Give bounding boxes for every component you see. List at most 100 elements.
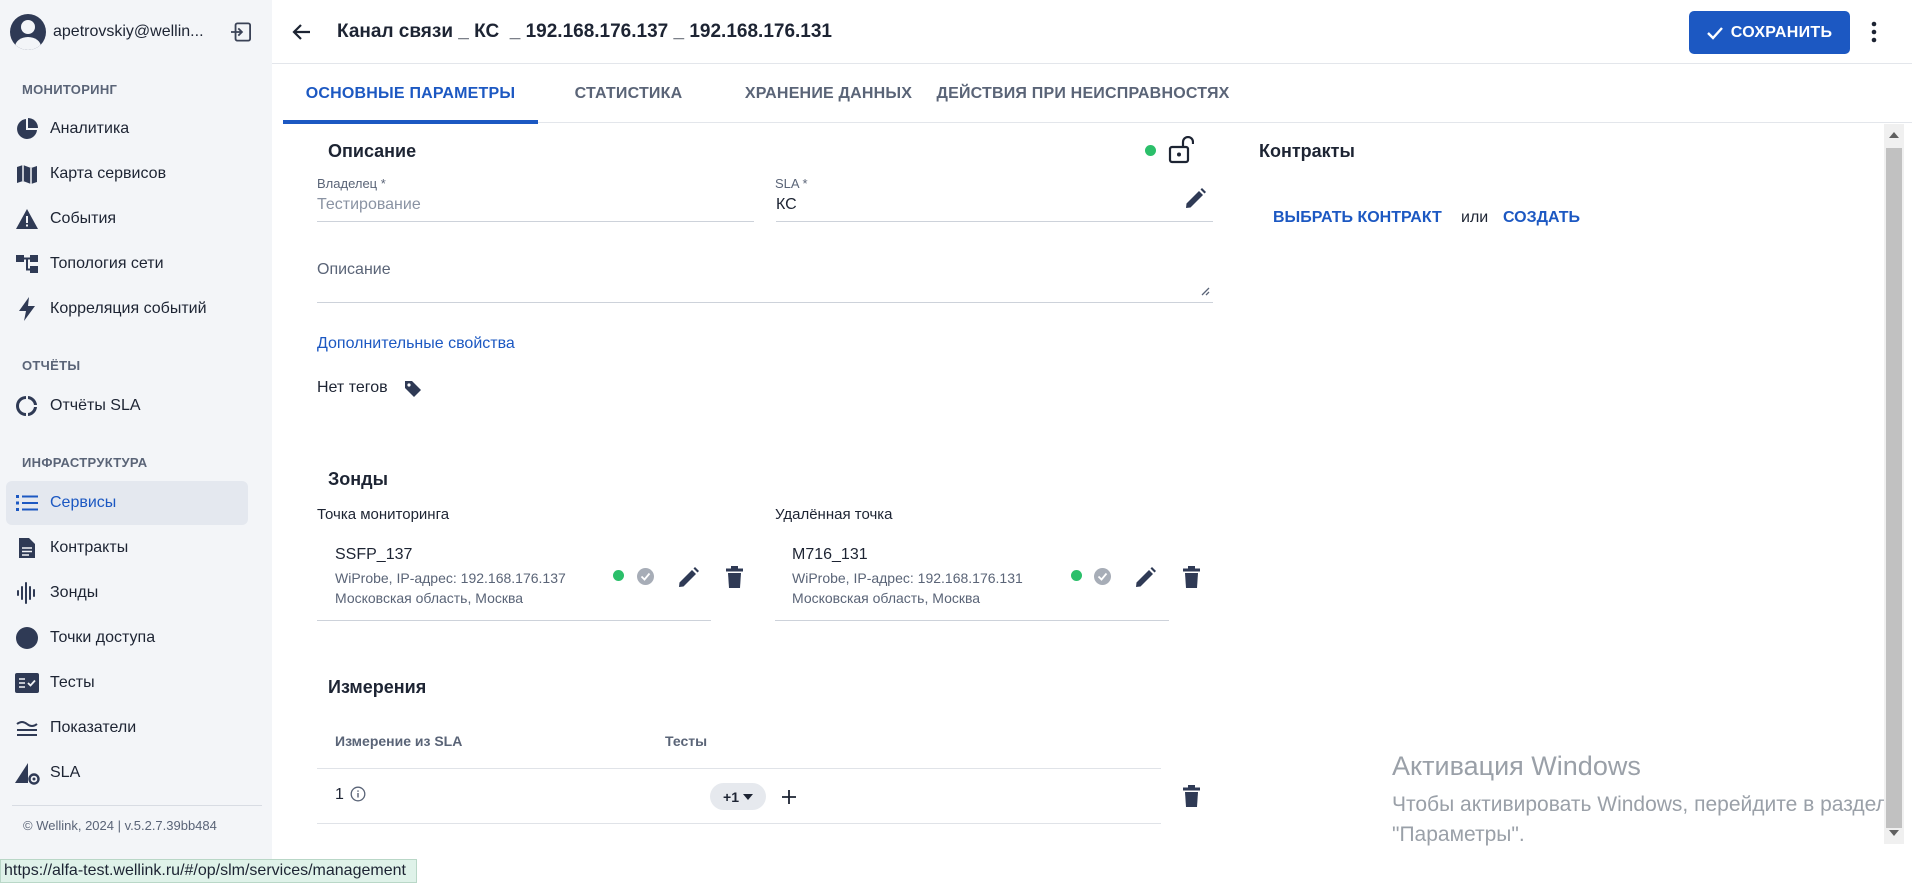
scroll-thumb[interactable] bbox=[1886, 148, 1902, 828]
edit-sla-icon[interactable] bbox=[1184, 188, 1206, 210]
lightning-icon bbox=[14, 296, 40, 322]
scrollbar[interactable] bbox=[1884, 124, 1904, 844]
sidebar-item-label: Контракты bbox=[50, 539, 129, 556]
owner-field[interactable]: Тестирование bbox=[317, 196, 421, 214]
remote-probe-details: WiProbe, IP-адрес: 192.168.176.131 bbox=[792, 570, 1023, 586]
pie-chart-icon bbox=[14, 116, 40, 142]
probes-heading: Зонды bbox=[328, 469, 388, 489]
delete-measurement-icon[interactable] bbox=[1183, 785, 1200, 807]
monitoring-probe-underline bbox=[317, 620, 711, 621]
user-email: apetrovskiy@wellin... bbox=[53, 23, 204, 40]
monitoring-probe-location: Московская область, Москва bbox=[335, 590, 524, 606]
scroll-down-arrow-icon[interactable] bbox=[1889, 830, 1899, 836]
measurements-heading: Измерения bbox=[328, 677, 427, 697]
sidebar-item-analytics[interactable]: Аналитика bbox=[6, 107, 248, 151]
sidebar-item-contracts[interactable]: Контракты bbox=[6, 526, 248, 570]
tabs: ОСНОВНЫЕ ПАРАМЕТРЫ СТАТИСТИКА ХРАНЕНИЕ Д… bbox=[283, 64, 1912, 124]
scroll-up-arrow-icon[interactable] bbox=[1889, 132, 1899, 138]
status-bar-url: https://alfa-test.wellink.ru/#/op/slm/se… bbox=[0, 859, 417, 883]
tab-data-storage[interactable]: ХРАНЕНИЕ ДАННЫХ bbox=[719, 64, 938, 123]
column-header-tests: Тесты bbox=[665, 733, 708, 749]
metrics-icon bbox=[14, 715, 40, 741]
sidebar-item-label: Карта сервисов bbox=[50, 165, 167, 182]
windows-activation-text: Чтобы активировать Windows, перейдите в … bbox=[1392, 793, 1888, 846]
sla-field[interactable]: КС bbox=[776, 196, 797, 214]
sidebar-item-metrics[interactable]: Показатели bbox=[6, 706, 248, 750]
resize-handle-icon[interactable] bbox=[1200, 286, 1210, 296]
sidebar: apetrovskiy@wellin... МОНИТОРИНГ Аналити… bbox=[0, 0, 272, 883]
user-profile[interactable]: apetrovskiy@wellin... bbox=[10, 12, 262, 52]
sidebar-item-services[interactable]: Сервисы bbox=[6, 481, 248, 525]
sidebar-item-event-correlation[interactable]: Корреляция событий bbox=[6, 287, 248, 331]
sidebar-item-sla-reports[interactable]: Отчёты SLA bbox=[6, 384, 248, 428]
section-title-infrastructure: ИНФРАСТРУКТУРА bbox=[22, 455, 148, 470]
description-heading: Описание bbox=[328, 141, 417, 161]
measurement-value: 1 bbox=[335, 786, 344, 803]
warning-icon bbox=[14, 206, 40, 232]
edit-remote-probe-icon[interactable] bbox=[1134, 567, 1156, 589]
sidebar-item-sla[interactable]: SLA bbox=[6, 751, 248, 795]
sidebar-item-label: Точки доступа bbox=[50, 629, 156, 646]
delete-remote-probe-icon[interactable] bbox=[1183, 566, 1200, 588]
sidebar-item-label: События bbox=[50, 210, 117, 227]
verified-icon bbox=[1094, 568, 1111, 585]
description-textarea[interactable]: Описание bbox=[317, 261, 391, 279]
tests-chip-label: +1 bbox=[723, 788, 739, 805]
owner-label: Владелец * bbox=[317, 176, 386, 191]
circle-icon bbox=[14, 625, 40, 651]
remote-probe-underline bbox=[775, 620, 1169, 621]
section-title-monitoring: МОНИТОРИНГ bbox=[22, 82, 118, 97]
tests-chip[interactable]: +1 bbox=[710, 783, 766, 810]
sidebar-item-service-map[interactable]: Карта сервисов bbox=[6, 152, 248, 196]
info-icon[interactable] bbox=[350, 786, 366, 802]
caret-down-icon bbox=[742, 793, 753, 800]
avatar[interactable] bbox=[10, 14, 46, 50]
sidebar-item-label: Аналитика bbox=[50, 120, 130, 137]
table-header-divider bbox=[317, 768, 1161, 769]
monitoring-probe-details: WiProbe, IP-адрес: 192.168.176.137 bbox=[335, 570, 566, 586]
lock-open-icon[interactable] bbox=[1168, 136, 1194, 164]
sidebar-item-probes[interactable]: Зонды bbox=[6, 571, 248, 615]
waveform-icon bbox=[14, 580, 40, 606]
sidebar-item-label: Показатели bbox=[50, 719, 137, 736]
monitoring-probe-name: SSFP_137 bbox=[335, 546, 413, 563]
checklist-icon bbox=[14, 670, 40, 696]
monitoring-status-dot bbox=[613, 570, 624, 581]
topology-icon bbox=[14, 251, 40, 277]
list-icon bbox=[14, 490, 40, 516]
sidebar-item-label: Отчёты SLA bbox=[50, 397, 141, 414]
sidebar-item-label: Тесты bbox=[50, 674, 95, 691]
choose-contract-button[interactable]: ВЫБРАТЬ КОНТРАКТ bbox=[1273, 209, 1442, 227]
page-title: Канал связи _ КС _ 192.168.176.137 _ 192… bbox=[337, 21, 832, 42]
tab-fault-actions[interactable]: ДЕЙСТВИЯ ПРИ НЕИСПРАВНОСТЯХ bbox=[936, 64, 1229, 123]
remote-probe-name: M716_131 bbox=[792, 546, 868, 563]
create-contract-button[interactable]: СОЗДАТЬ bbox=[1503, 209, 1580, 227]
more-vert-icon[interactable] bbox=[1870, 20, 1878, 44]
tab-main-parameters[interactable]: ОСНОВНЫЕ ПАРАМЕТРЫ bbox=[283, 64, 538, 124]
sidebar-item-label: Топология сети bbox=[50, 255, 164, 272]
add-test-icon[interactable] bbox=[782, 790, 796, 804]
arrow-back-icon[interactable] bbox=[290, 20, 314, 44]
delete-monitoring-probe-icon[interactable] bbox=[726, 566, 743, 588]
sidebar-item-network-topology[interactable]: Топология сети bbox=[6, 242, 248, 286]
main-content: Описание Владелец * Тестирование SLA * К… bbox=[272, 124, 1884, 883]
save-button-label: СОХРАНИТЬ bbox=[1730, 23, 1833, 41]
check-icon bbox=[1706, 26, 1723, 40]
version-info: © Wellink, 2024 | v.5.2.7.39bb484 bbox=[23, 818, 217, 833]
sidebar-item-label: Корреляция событий bbox=[50, 300, 207, 317]
extra-properties-link[interactable]: Дополнительные свойства bbox=[317, 335, 515, 353]
sidebar-item-events[interactable]: События bbox=[6, 197, 248, 241]
edit-monitoring-probe-icon[interactable] bbox=[677, 567, 699, 589]
map-icon bbox=[14, 161, 40, 187]
verified-icon bbox=[637, 568, 654, 585]
tag-icon[interactable] bbox=[404, 380, 422, 398]
contracts-heading: Контракты bbox=[1259, 141, 1355, 161]
save-button[interactable]: СОХРАНИТЬ bbox=[1689, 11, 1850, 54]
sla-label: SLA * bbox=[775, 176, 808, 191]
sla-icon bbox=[14, 760, 40, 786]
logout-icon[interactable] bbox=[230, 22, 252, 42]
sidebar-item-access-points[interactable]: Точки доступа bbox=[6, 616, 248, 660]
sidebar-item-tests[interactable]: Тесты bbox=[6, 661, 248, 705]
tab-statistics[interactable]: СТАТИСТИКА bbox=[538, 64, 719, 123]
sidebar-item-label: Зонды bbox=[50, 584, 99, 601]
